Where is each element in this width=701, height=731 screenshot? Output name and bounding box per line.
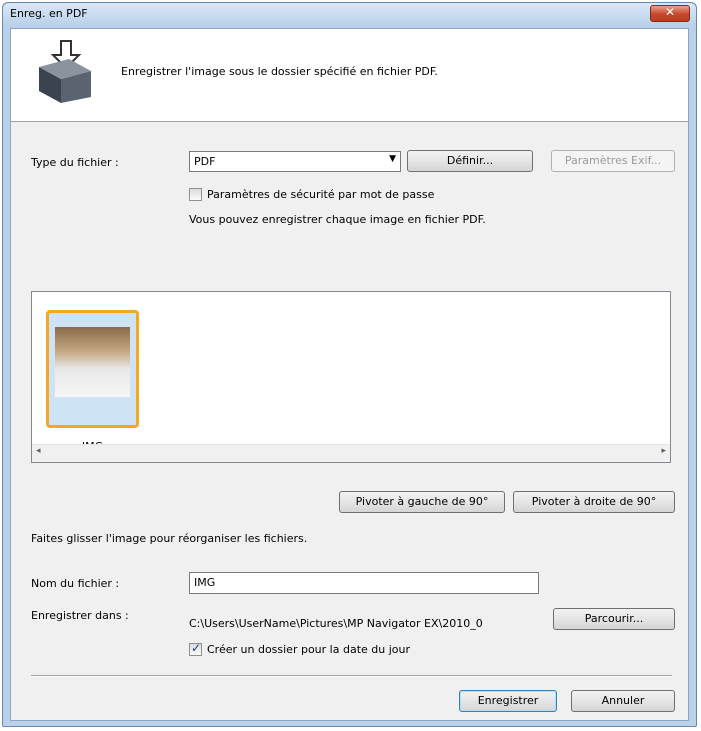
rotate-left-button[interactable]: Pivoter à gauche de 90° xyxy=(339,491,505,513)
header-banner: Enregistrer l'image sous le dossier spéc… xyxy=(11,29,688,122)
save-in-label: Enregistrer dans : xyxy=(31,609,129,622)
info-text: Vous pouvez enregistrer chaque image en … xyxy=(189,213,486,226)
password-security-checkbox[interactable] xyxy=(189,188,202,201)
filename-label: Nom du fichier : xyxy=(31,577,120,590)
file-type-value: PDF xyxy=(194,155,216,168)
banner-description: Enregistrer l'image sous le dossier spéc… xyxy=(121,65,438,78)
date-folder-label[interactable]: Créer un dossier pour la date du jour xyxy=(207,643,410,656)
checkmark-icon: ✓ xyxy=(191,641,202,655)
window-title: Enreg. en PDF xyxy=(10,7,88,20)
browse-button[interactable]: Parcourir... xyxy=(553,608,675,630)
file-type-select[interactable]: PDF ▼ xyxy=(189,151,401,172)
thumbnail-panel[interactable]: IMG ◂ ▸ xyxy=(31,291,671,463)
save-path: C:\Users\UserName\Pictures\MP Navigator … xyxy=(189,617,483,630)
thumbnail-image xyxy=(55,327,130,397)
title-bar[interactable]: Enreg. en PDF ✕ xyxy=(3,3,696,25)
horizontal-scrollbar[interactable]: ◂ ▸ xyxy=(32,444,670,462)
dialog-window: Enreg. en PDF ✕ Enregistrer l'image sous… xyxy=(2,2,697,727)
rotate-right-button[interactable]: Pivoter à droite de 90° xyxy=(513,491,675,513)
date-folder-checkbox[interactable]: ✓ xyxy=(189,641,202,656)
cancel-button[interactable]: Annuler xyxy=(571,690,675,712)
save-to-folder-icon xyxy=(39,40,91,103)
thumbnail-item[interactable] xyxy=(46,310,139,428)
close-button[interactable]: ✕ xyxy=(650,5,690,22)
divider xyxy=(31,675,672,677)
dialog-body: Enregistrer l'image sous le dossier spéc… xyxy=(10,28,689,721)
scroll-left-icon[interactable]: ◂ xyxy=(36,446,41,456)
filename-field[interactable] xyxy=(190,573,538,592)
close-icon: ✕ xyxy=(664,5,676,19)
save-button[interactable]: Enregistrer xyxy=(459,690,557,712)
filename-input[interactable] xyxy=(189,572,539,594)
file-type-label: Type du fichier : xyxy=(31,156,119,169)
exif-settings-button[interactable]: Paramètres Exif... xyxy=(551,150,675,172)
define-button[interactable]: Définir... xyxy=(407,150,533,172)
password-security-label[interactable]: Paramètres de sécurité par mot de passe xyxy=(207,188,434,201)
drag-hint: Faites glisser l'image pour réorganiser … xyxy=(31,532,308,545)
chevron-down-icon: ▼ xyxy=(389,154,396,164)
scroll-right-icon[interactable]: ▸ xyxy=(661,446,666,456)
